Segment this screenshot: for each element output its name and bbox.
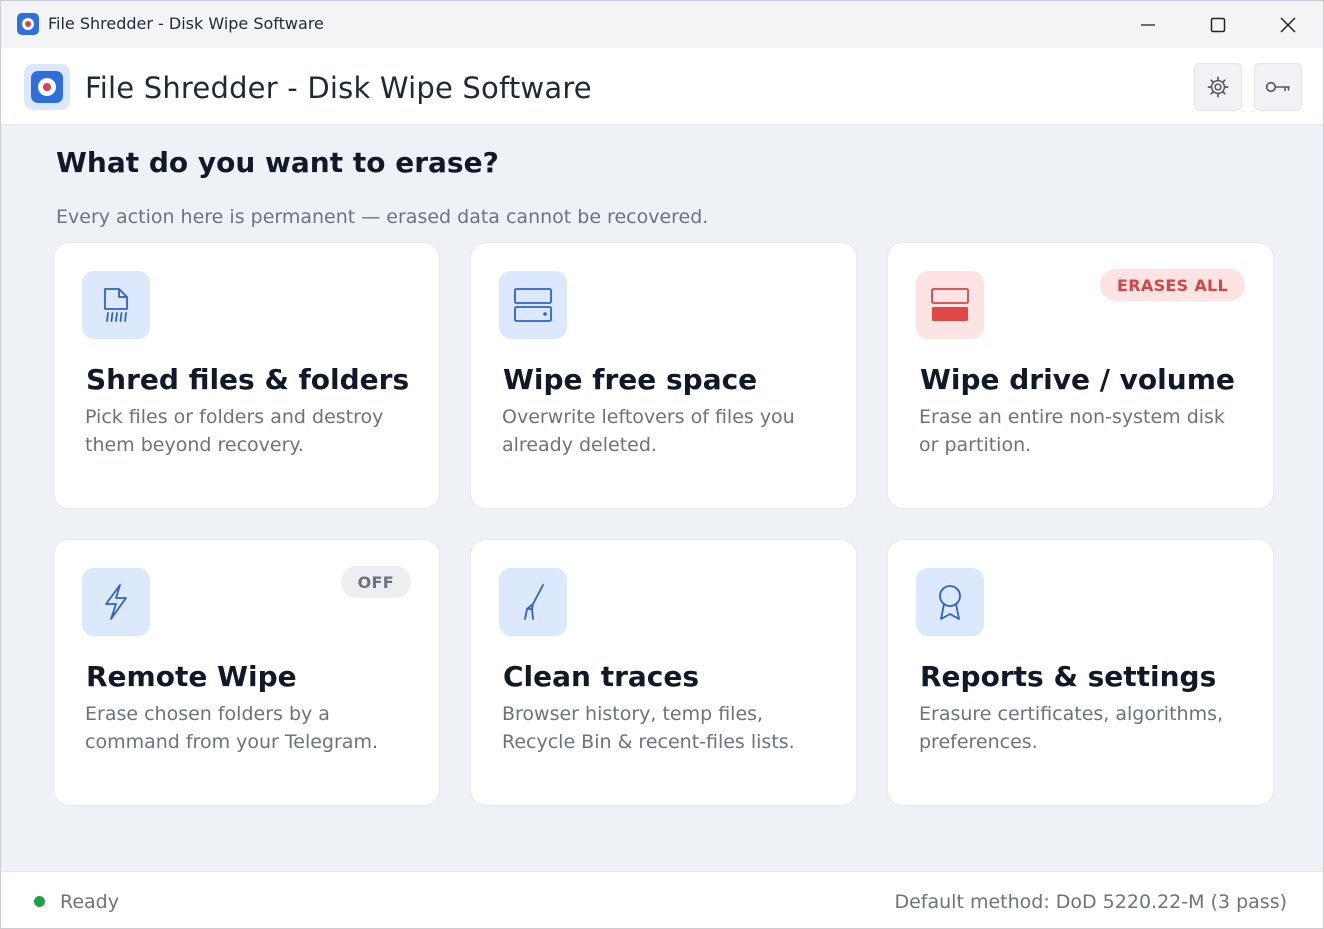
close-icon — [1280, 16, 1296, 33]
drive-icon — [514, 288, 552, 322]
maximize-button[interactable] — [1183, 1, 1253, 48]
settings-button[interactable] — [1194, 63, 1242, 111]
app-title: File Shredder - Disk Wipe Software — [85, 71, 592, 105]
card-title: Wipe drive / volume — [920, 363, 1235, 396]
title-bar: File Shredder - Disk Wipe Software — [1, 1, 1323, 48]
app-window: File Shredder - Disk Wipe Software File … — [0, 0, 1324, 929]
card-wipe-drive[interactable]: ERASES ALL Wipe drive / volume Erase an … — [887, 242, 1274, 509]
card-icon-box — [499, 271, 567, 339]
card-clean-traces[interactable]: Clean traces Browser history, temp files… — [470, 539, 857, 806]
card-remote-wipe[interactable]: OFF Remote Wipe Erase chosen folders by … — [53, 539, 440, 806]
default-method-text: Default method: DoD 5220.22-M (3 pass) — [894, 891, 1287, 913]
card-icon-box — [82, 568, 150, 636]
card-title: Remote Wipe — [86, 660, 297, 693]
card-title: Reports & settings — [920, 660, 1217, 693]
minimize-button[interactable] — [1113, 1, 1183, 48]
broom-icon — [524, 584, 544, 620]
lightning-icon — [105, 584, 127, 620]
app-header: File Shredder - Disk Wipe Software — [1, 48, 1323, 125]
app-small-icon — [17, 13, 39, 35]
card-icon-box — [916, 568, 984, 636]
app-logo — [24, 64, 70, 110]
erases-all-badge: ERASES ALL — [1100, 269, 1245, 301]
card-description: Overwrite leftovers of files you already… — [502, 406, 795, 456]
card-title: Clean traces — [503, 660, 700, 693]
shred-file-icon — [104, 288, 128, 322]
card-shred-files[interactable]: Shred files & folders Pick files or fold… — [53, 242, 440, 509]
card-description: Erase chosen folders by a command from y… — [85, 703, 378, 753]
status-text: Ready — [60, 891, 119, 913]
drive-erase-icon — [931, 288, 969, 321]
card-icon-box — [916, 271, 984, 339]
window-title: File Shredder - Disk Wipe Software — [48, 14, 324, 33]
card-description: Erase an entire non-system disk or parti… — [919, 406, 1225, 456]
license-button[interactable] — [1254, 63, 1302, 111]
award-icon — [939, 585, 961, 620]
page-heading: What do you want to erase? — [56, 146, 499, 179]
gear-icon — [1207, 76, 1229, 98]
card-icon-box — [499, 568, 567, 636]
status-indicator — [34, 896, 45, 907]
card-description: Browser history, temp files, Recycle Bin… — [502, 703, 795, 753]
card-icon-box — [82, 271, 150, 339]
card-title: Shred files & folders — [86, 363, 410, 396]
status-bar: Ready Default method: DoD 5220.22-M (3 p… — [1, 871, 1323, 928]
off-badge[interactable]: OFF — [340, 566, 411, 598]
maximize-icon — [1210, 17, 1226, 32]
card-wipe-free-space[interactable]: Wipe free space Overwrite leftovers of f… — [470, 242, 857, 509]
card-title: Wipe free space — [503, 363, 758, 396]
card-description: Pick files or folders and destroy them b… — [85, 406, 384, 456]
card-reports-settings[interactable]: Reports & settings Erasure certificates,… — [887, 539, 1274, 806]
close-button[interactable] — [1253, 1, 1323, 48]
page-subheading: Every action here is permanent — erased … — [56, 206, 709, 228]
card-description: Erasure certificates, algorithms, prefer… — [919, 703, 1224, 753]
key-icon — [1265, 81, 1290, 93]
minimize-icon — [1141, 23, 1155, 26]
